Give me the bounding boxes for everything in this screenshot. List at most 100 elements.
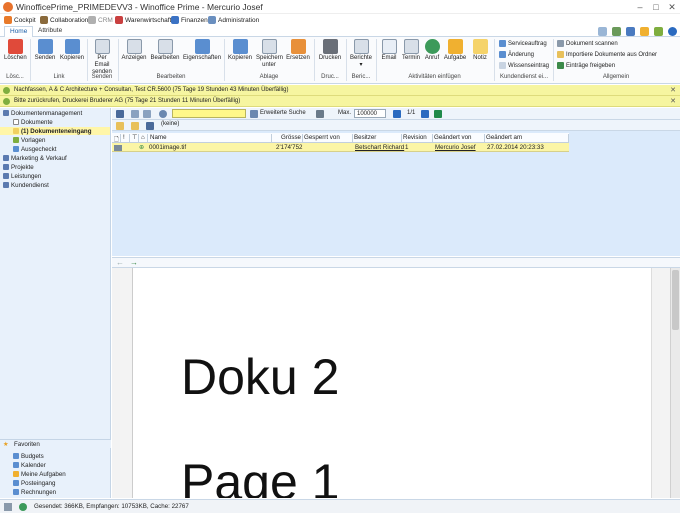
column-header-besitzer[interactable]: Besitzer bbox=[353, 134, 402, 143]
column-pin-icon[interactable]: ⊤ bbox=[131, 134, 139, 143]
nav-section-dokumentenmanagement[interactable]: Dokumentenmanagement bbox=[0, 109, 110, 117]
preview-scrollbar[interactable] bbox=[670, 268, 680, 498]
cell-geaendert-von[interactable]: Mercurio Josef bbox=[435, 144, 476, 151]
send-link-button[interactable]: Senden bbox=[34, 39, 56, 62]
column-header-revision[interactable]: Revision bbox=[402, 134, 433, 143]
collapse-icon[interactable] bbox=[598, 27, 607, 36]
column-type-icon[interactable]: 🗋 bbox=[113, 134, 121, 143]
copy-link-button[interactable]: Kopieren bbox=[60, 39, 84, 62]
notification-icon[interactable] bbox=[640, 27, 649, 36]
favorite-meine-aufgaben[interactable]: Meine Aufgaben bbox=[0, 470, 110, 478]
nav-section-kundendienst[interactable]: Kundendienst bbox=[0, 181, 110, 189]
first-page-icon[interactable] bbox=[393, 110, 401, 118]
favorite-budgets[interactable]: Budgets bbox=[0, 452, 110, 460]
view-button[interactable]: Anzeigen bbox=[121, 39, 147, 62]
column-attachment-icon[interactable]: ⌂ bbox=[140, 134, 148, 143]
filter-icon[interactable] bbox=[316, 110, 324, 118]
column-header-groesse[interactable]: Grösse bbox=[272, 134, 303, 143]
refresh-icon[interactable] bbox=[612, 27, 621, 36]
advanced-search-icon[interactable] bbox=[250, 110, 258, 118]
menu-administration[interactable]: Administration bbox=[208, 15, 259, 25]
print-button[interactable]: Drucken bbox=[317, 39, 343, 62]
column-flag-icon[interactable]: ! bbox=[122, 134, 130, 143]
favorite-posteingang[interactable]: Posteingang bbox=[0, 479, 110, 487]
excel-export-icon[interactable] bbox=[434, 110, 442, 118]
last-page-icon[interactable] bbox=[421, 110, 429, 118]
save-as-button[interactable]: Speichern unter bbox=[256, 39, 283, 69]
help-icon[interactable] bbox=[668, 27, 677, 36]
maximize-icon[interactable]: □ bbox=[650, 1, 662, 13]
nav-item-vorlagen[interactable]: Vorlagen bbox=[0, 136, 110, 144]
delete-button[interactable]: Löschen bbox=[4, 39, 27, 62]
column-header-geaendert-von[interactable]: Geändert von bbox=[433, 134, 485, 143]
service-order-button[interactable]: Serviceauftrag bbox=[499, 40, 547, 47]
advanced-search-dropdown[interactable]: Erweiterte Suche bbox=[260, 110, 306, 116]
group-label-aktivitaeten: Aktivitäten einfügen bbox=[408, 74, 461, 80]
service-order-icon bbox=[499, 40, 506, 47]
nav-item-dokumente[interactable]: Dokumente bbox=[0, 118, 110, 126]
menu-warenwirtschaft[interactable]: Warenwirtschaft bbox=[115, 15, 171, 25]
replace-button[interactable]: Ersetzen bbox=[285, 39, 311, 62]
task-button[interactable]: Aufgabe bbox=[443, 39, 467, 62]
copy-button[interactable]: Kopieren bbox=[227, 39, 253, 62]
send-email-button[interactable]: Per Email senden bbox=[90, 39, 114, 76]
nav-section-leistungen[interactable]: Leistungen bbox=[0, 172, 110, 180]
status-bar: Gesendet: 366KB, Empfangen: 10753KB, Cac… bbox=[0, 499, 680, 513]
nav-item-dokumenteneingang[interactable]: (1) Dokumenteneingang bbox=[0, 127, 110, 135]
scrollbar-thumb[interactable] bbox=[672, 270, 679, 330]
release-entries-button[interactable]: Einträge freigeben bbox=[557, 62, 615, 69]
cell-besitzer[interactable]: Betschart Richard bbox=[355, 144, 404, 151]
close-icon[interactable]: ✕ bbox=[666, 1, 678, 13]
thumbnail-view-icon[interactable] bbox=[143, 110, 151, 118]
tab-attribute[interactable]: Attribute bbox=[33, 26, 67, 37]
favorites-header[interactable]: ★ Favoriten bbox=[0, 439, 111, 448]
reports-button[interactable]: Berichte ▾ bbox=[349, 39, 373, 69]
ribbon-tab-row: Home Attribute bbox=[0, 26, 680, 38]
nav-section-marketing[interactable]: Marketing & Verkauf bbox=[0, 154, 110, 162]
minimize-icon[interactable]: – bbox=[634, 1, 646, 13]
grid-view-icon[interactable] bbox=[131, 110, 139, 118]
nav-item-ausgecheckt[interactable]: Ausgecheckt bbox=[0, 145, 110, 153]
replace-icon bbox=[290, 39, 306, 54]
close-icon[interactable]: ✕ bbox=[670, 86, 676, 94]
change-button[interactable]: Änderung bbox=[499, 51, 534, 58]
file-type-icon bbox=[114, 145, 122, 151]
favorite-kalender[interactable]: Kalender bbox=[0, 461, 110, 469]
email-activity-button[interactable]: Email bbox=[379, 39, 399, 62]
call-button[interactable]: Anruf bbox=[423, 39, 441, 62]
link-icon[interactable] bbox=[626, 27, 635, 36]
reminder-icon bbox=[3, 98, 10, 105]
menu-cockpit[interactable]: Cockpit bbox=[4, 15, 36, 25]
menu-collaboration[interactable]: Collaboration bbox=[40, 15, 88, 25]
reminder-bar[interactable]: Bitte zurückrufen, Druckerei Bruderer AG… bbox=[0, 96, 680, 107]
reminder-bar[interactable]: Nachfassen, A & C Architecture + Consult… bbox=[0, 85, 680, 96]
folder-icon[interactable] bbox=[116, 122, 124, 130]
favorite-rechnungen[interactable]: Rechnungen bbox=[0, 488, 110, 496]
appointment-button[interactable]: Termin bbox=[401, 39, 421, 62]
user-icon[interactable] bbox=[654, 27, 663, 36]
note-button[interactable]: Notiz bbox=[470, 39, 490, 62]
open-folder-icon[interactable] bbox=[131, 122, 139, 130]
max-select[interactable]: 100000 bbox=[354, 109, 386, 118]
document-preview[interactable]: Doku 2 Page 1 bbox=[112, 268, 670, 498]
menu-finanzen[interactable]: Finanzen bbox=[171, 15, 208, 25]
import-folder-button[interactable]: Importiere Dokumente aus Ordner bbox=[557, 51, 657, 58]
edit-icon[interactable] bbox=[116, 110, 124, 118]
nav-section-projekte[interactable]: Projekte bbox=[0, 163, 110, 171]
menu-crm[interactable]: CRM bbox=[88, 15, 113, 25]
close-icon[interactable]: ✕ bbox=[670, 97, 676, 105]
forward-arrow-icon[interactable]: → bbox=[130, 258, 138, 267]
back-arrow-icon[interactable]: ← bbox=[116, 258, 124, 267]
search-input[interactable] bbox=[172, 109, 246, 118]
column-header-gesperrt-von[interactable]: Gesperrt von bbox=[303, 134, 353, 143]
properties-button[interactable]: Eigenschaften bbox=[183, 39, 221, 62]
save-filter-icon[interactable] bbox=[146, 122, 154, 130]
knowledge-entry-button[interactable]: Wissenseintrag bbox=[499, 62, 549, 69]
search-icon[interactable] bbox=[159, 110, 167, 118]
column-header-geaendert-am[interactable]: Geändert am bbox=[485, 134, 569, 143]
cell-name[interactable]: 0001image.tif bbox=[149, 144, 186, 151]
edit-button[interactable]: Bearbeiten bbox=[150, 39, 180, 62]
column-header-name[interactable]: Name bbox=[149, 134, 272, 143]
scan-document-button[interactable]: Dokument scannen bbox=[557, 40, 618, 47]
active-filter[interactable]: (keine) bbox=[161, 121, 179, 127]
